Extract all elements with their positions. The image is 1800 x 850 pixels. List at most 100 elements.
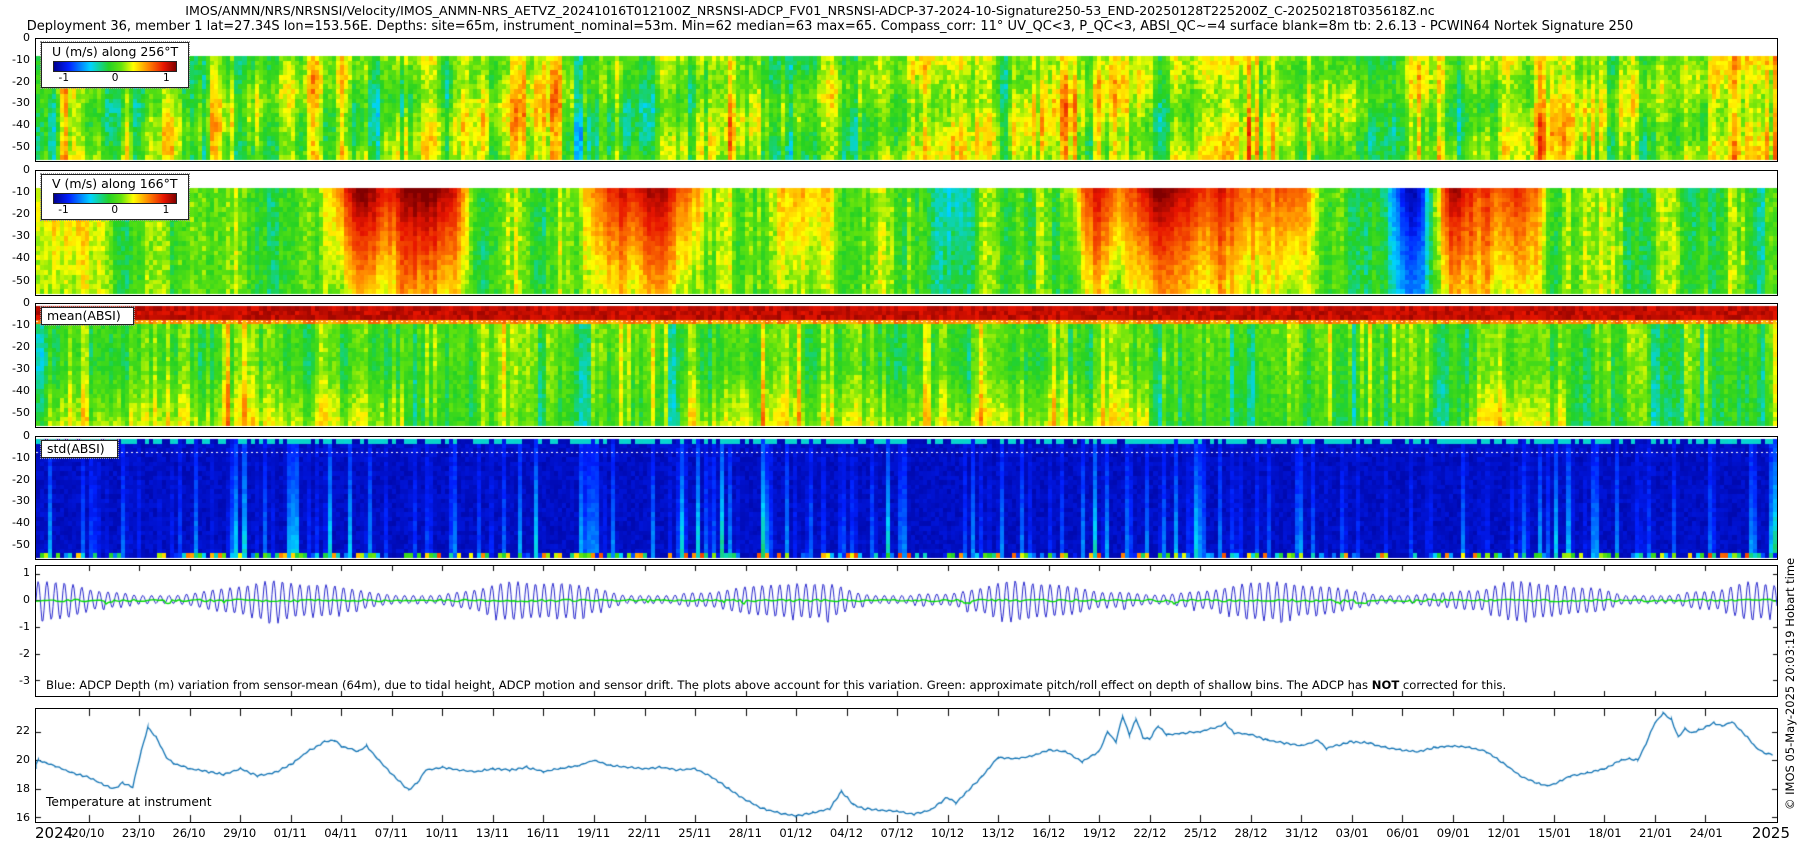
mean-ytick-label: -30 (0, 363, 30, 375)
v-ytick-label: -30 (0, 230, 30, 242)
u-colorbar-legend: U (m/s) along 256°T -1 0 1 (41, 42, 189, 88)
u-colorbar-tick-min: -1 (59, 72, 69, 84)
panel-temperature: Temperature at instrument (35, 708, 1778, 823)
depth-ytick-label: -3 (0, 675, 30, 687)
v-colorbar-ticks: -1 0 1 (54, 204, 176, 217)
xaxis-date-tick: 31/12 (1277, 826, 1327, 840)
v-ytick-label: -20 (0, 208, 30, 220)
figure-root: IMOS/ANMN/NRS/NRSNSI/Velocity/IMOS_ANMN-… (0, 0, 1800, 850)
mean-ytick-label: -50 (0, 407, 30, 419)
v-legend-title: V (m/s) along 166°T (50, 176, 180, 191)
panel-adcp-depth-variation: Blue: ADCP Depth (m) variation from sens… (35, 565, 1778, 697)
u-ytick-label: -30 (0, 97, 30, 109)
xaxis-date-tick: 19/12 (1074, 826, 1124, 840)
xaxis-date-tick: 22/11 (619, 826, 669, 840)
xaxis-date-tick: 28/12 (1226, 826, 1276, 840)
xaxis-date-tick: 24/01 (1681, 826, 1731, 840)
xaxis-date-tick: 26/10 (164, 826, 214, 840)
figure-title-filename: IMOS/ANMN/NRS/NRSNSI/Velocity/IMOS_ANMN-… (0, 3, 1620, 18)
panel-u-velocity: U (m/s) along 256°T -1 0 1 (35, 38, 1778, 162)
v-ytick-label: -10 (0, 186, 30, 198)
mean-absi-heatmap (36, 304, 1777, 427)
xaxis-date-tick: 01/11 (265, 826, 315, 840)
annotation-text-pre: Blue: ADCP Depth (m) variation from sens… (46, 678, 1372, 692)
v-ytick-label: -50 (0, 275, 30, 287)
xaxis-date-tick: 25/11 (670, 826, 720, 840)
panel-std-absi: std(ABSI) (35, 436, 1778, 560)
annotation-text-post: corrected for this. (1399, 678, 1506, 692)
depth-ytick-label: 1 (0, 567, 30, 579)
u-ytick-label: 0 (0, 32, 30, 44)
mean-absi-label: mean(ABSI) (41, 307, 134, 325)
u-ytick-label: -10 (0, 54, 30, 66)
v-colorbar-tick-zero: 0 (111, 204, 118, 216)
depth-ytick-label: 0 (0, 594, 30, 606)
xaxis-date-tick: 01/12 (771, 826, 821, 840)
v-colorbar-tick-max: 1 (163, 204, 170, 216)
v-ytick-label: 0 (0, 164, 30, 176)
xaxis-date-tick: 23/10 (114, 826, 164, 840)
panel-mean-absi: mean(ABSI) (35, 303, 1778, 428)
mean-ytick-label: -10 (0, 319, 30, 331)
temperature-label: Temperature at instrument (46, 795, 212, 809)
xaxis-date-tick: 03/01 (1327, 826, 1377, 840)
imos-copyright-watermark: © IMOS 05-May-2025 20:03:19 Hobart time (1783, 558, 1797, 810)
std-absi-label: std(ABSI) (41, 440, 118, 458)
v-colorbar-tick-min: -1 (58, 204, 68, 216)
xaxis-date-tick: 10/12 (923, 826, 973, 840)
u-ytick-label: -20 (0, 76, 30, 88)
xaxis-date-tick: 21/01 (1631, 826, 1681, 840)
xaxis-date-tick: 29/10 (215, 826, 265, 840)
mean-ytick-label: 0 (0, 297, 30, 309)
temp-ytick-label: 20 (0, 754, 30, 766)
v-velocity-heatmap (36, 171, 1777, 295)
u-colorbar-tick-zero: 0 (112, 72, 119, 84)
figure-subtitle-deployment: Deployment 36, member 1 lat=27.34S lon=1… (0, 19, 1660, 34)
temp-ytick-label: 16 (0, 812, 30, 824)
u-colorbar-tick-max: 1 (163, 72, 170, 84)
annotation-text-bold: NOT (1372, 678, 1399, 692)
xaxis-date-tick: 22/12 (1125, 826, 1175, 840)
xaxis-date-tick: 09/01 (1428, 826, 1478, 840)
temp-ytick-label: 18 (0, 783, 30, 795)
xaxis-date-tick: 16/12 (1024, 826, 1074, 840)
temp-ytick-label: 22 (0, 725, 30, 737)
std-ytick-label: -30 (0, 495, 30, 507)
u-velocity-heatmap (36, 39, 1777, 161)
xaxis-date-tick: 07/11 (366, 826, 416, 840)
xaxis-date-tick: 13/11 (467, 826, 517, 840)
v-ytick-label: -40 (0, 252, 30, 264)
v-colorbar-gradient (53, 193, 177, 204)
u-ytick-label: -50 (0, 141, 30, 153)
std-absi-heatmap (36, 437, 1777, 559)
xaxis-year-end: 2025 (1728, 824, 1790, 842)
std-ytick-label: 0 (0, 430, 30, 442)
xaxis-date-tick: 10/11 (417, 826, 467, 840)
xaxis-date-tick: 04/12 (821, 826, 871, 840)
u-legend-title: U (m/s) along 256°T (50, 44, 180, 59)
temperature-plot (36, 709, 1777, 822)
mean-ytick-label: -20 (0, 341, 30, 353)
xaxis-date-tick: 04/11 (316, 826, 366, 840)
xaxis-date-tick: 13/12 (973, 826, 1023, 840)
depth-ytick-label: -1 (0, 621, 30, 633)
u-ytick-label: -40 (0, 119, 30, 131)
xaxis-date-tick: 15/01 (1529, 826, 1579, 840)
depth-ytick-label: -2 (0, 648, 30, 660)
adcp-depth-variation-plot (36, 566, 1777, 696)
xaxis-date-tick: 25/12 (1175, 826, 1225, 840)
xaxis-date-tick: 19/11 (569, 826, 619, 840)
u-colorbar-gradient (53, 61, 177, 72)
xaxis-date-tick: 16/11 (518, 826, 568, 840)
u-colorbar-ticks: -1 0 1 (54, 72, 176, 85)
xaxis-date-tick: 12/01 (1479, 826, 1529, 840)
mean-ytick-label: -40 (0, 385, 30, 397)
panel-v-velocity: V (m/s) along 166°T -1 0 1 (35, 170, 1778, 296)
xaxis-date-tick: 28/11 (720, 826, 770, 840)
v-colorbar-legend: V (m/s) along 166°T -1 0 1 (41, 174, 189, 220)
std-ytick-label: -50 (0, 539, 30, 551)
xaxis-date-tick: 06/01 (1378, 826, 1428, 840)
std-ytick-label: -10 (0, 452, 30, 464)
xaxis-date-tick: 07/12 (872, 826, 922, 840)
std-ytick-label: -40 (0, 517, 30, 529)
